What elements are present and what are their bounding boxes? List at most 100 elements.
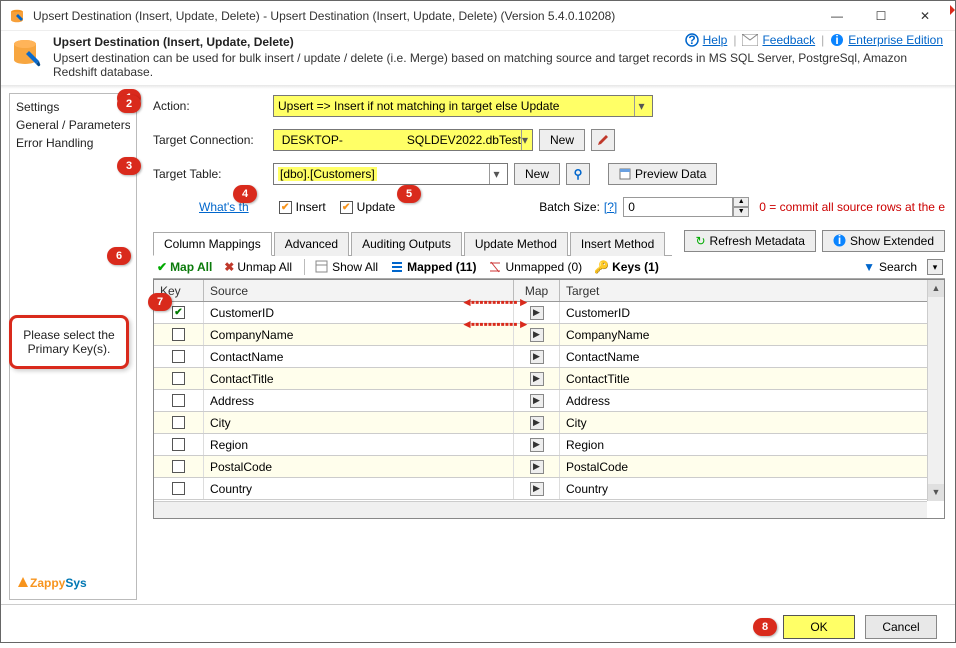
map-cell[interactable]: ▶ (514, 478, 560, 499)
unmap-all-button[interactable]: ✖Unmap All (224, 260, 292, 274)
target-cell[interactable]: ContactName (560, 346, 944, 367)
source-cell[interactable]: ContactName (204, 346, 514, 367)
search-button[interactable]: ▼Search (863, 260, 917, 274)
sidebar-item-settings[interactable]: Settings (16, 98, 130, 116)
sidebar-item-error[interactable]: Error Handling (16, 134, 130, 152)
source-cell[interactable]: PostalCode (204, 456, 514, 477)
map-cell[interactable]: ▶ (514, 390, 560, 411)
annotation-4: 4 (233, 185, 257, 203)
map-cell[interactable]: ▶ (514, 346, 560, 367)
key-checkbox[interactable] (172, 416, 185, 429)
key-checkbox[interactable] (172, 460, 185, 473)
batch-size-input[interactable]: ▲▼ (623, 197, 749, 217)
ok-button[interactable]: OK (783, 615, 855, 639)
browse-table-button[interactable]: ⚲ (566, 163, 590, 185)
connection-select[interactable]: DESKTOP- XXXXXXXX SQLDEV2022.dbTest ▾ (273, 129, 533, 151)
play-icon[interactable]: ▶ (530, 394, 544, 408)
col-target[interactable]: Target (560, 280, 944, 301)
table-row[interactable]: Address ▶ Address (154, 390, 944, 412)
target-cell[interactable]: ContactTitle (560, 368, 944, 389)
header-description: Upsert destination can be used for bulk … (53, 51, 945, 79)
table-row[interactable]: ContactTitle ▶ ContactTitle (154, 368, 944, 390)
source-cell[interactable]: Region (204, 434, 514, 455)
play-icon[interactable]: ▶ (530, 438, 544, 452)
map-all-button[interactable]: ✔Map All (157, 260, 212, 274)
spin-down-icon[interactable]: ▼ (733, 207, 749, 217)
play-icon[interactable]: ▶ (530, 306, 544, 320)
sidebar-item-general[interactable]: General / Parameters (16, 116, 130, 134)
table-label: Target Table: (153, 167, 273, 181)
mapped-button[interactable]: Mapped (11) (390, 260, 476, 274)
target-cell[interactable]: Address (560, 390, 944, 411)
target-cell[interactable]: Country (560, 478, 944, 499)
key-checkbox[interactable] (172, 328, 185, 341)
update-checkbox[interactable]: ✔Update (340, 200, 396, 214)
table-row[interactable]: Country ▶ Country (154, 478, 944, 500)
chevron-down-icon: ▾ (489, 164, 503, 184)
target-cell[interactable]: City (560, 412, 944, 433)
target-cell[interactable]: CustomerID (560, 302, 944, 323)
enterprise-link[interactable]: Enterprise Edition (848, 33, 943, 47)
refresh-metadata-button[interactable]: ↻Refresh Metadata (684, 230, 815, 252)
table-row[interactable]: City ▶ City (154, 412, 944, 434)
key-checkbox[interactable] (172, 372, 185, 385)
source-cell[interactable]: City (204, 412, 514, 433)
map-cell[interactable]: ▶ (514, 368, 560, 389)
target-cell[interactable]: CompanyName (560, 324, 944, 345)
tab-column-mappings[interactable]: Column Mappings (153, 232, 272, 256)
tab-auditing[interactable]: Auditing Outputs (351, 232, 462, 256)
play-icon[interactable]: ▶ (530, 350, 544, 364)
table-row[interactable]: Region ▶ Region (154, 434, 944, 456)
minimize-button[interactable]: — (815, 2, 859, 30)
cancel-button[interactable]: Cancel (865, 615, 937, 639)
new-table-button[interactable]: New (514, 163, 560, 185)
source-cell[interactable]: ContactTitle (204, 368, 514, 389)
vertical-scrollbar[interactable]: ▲▼ (927, 280, 944, 501)
table-row[interactable]: CompanyName▶CompanyName (154, 324, 944, 346)
play-icon[interactable]: ▶ (530, 482, 544, 496)
unmapped-button[interactable]: Unmapped (0) (488, 260, 582, 274)
play-icon[interactable]: ▶ (530, 416, 544, 430)
show-all-button[interactable]: Show All (315, 260, 378, 274)
tab-advanced[interactable]: Advanced (274, 232, 349, 256)
insert-checkbox[interactable]: ✔Insert (279, 200, 326, 214)
map-cell[interactable]: ▶ (514, 412, 560, 433)
key-checkbox[interactable] (172, 394, 185, 407)
play-icon[interactable]: ▶ (530, 328, 544, 342)
horizontal-scrollbar[interactable] (154, 501, 927, 518)
batch-help-link[interactable]: [?] (604, 200, 617, 214)
batch-size-label: Batch Size: (539, 200, 600, 214)
preview-data-button[interactable]: Preview Data (608, 163, 717, 185)
key-checkbox[interactable] (172, 482, 185, 495)
source-cell[interactable]: Address (204, 390, 514, 411)
new-connection-button[interactable]: New (539, 129, 585, 151)
svg-text:i: i (836, 33, 839, 47)
source-cell[interactable]: Country (204, 478, 514, 499)
action-select[interactable]: Upsert => Insert if not matching in targ… (273, 95, 653, 117)
key-checkbox[interactable] (172, 438, 185, 451)
key-checkbox[interactable]: ✔ (172, 306, 185, 319)
tab-insert-method[interactable]: Insert Method (570, 232, 665, 256)
connection-label: Target Connection: (153, 133, 273, 147)
feedback-link[interactable]: Feedback (762, 33, 815, 47)
edit-connection-button[interactable] (591, 129, 615, 151)
show-extended-button[interactable]: i Show Extended (822, 230, 945, 252)
map-cell[interactable]: ▶ (514, 456, 560, 477)
tab-update-method[interactable]: Update Method (464, 232, 568, 256)
maximize-button[interactable]: ☐ (859, 2, 903, 30)
table-row[interactable]: ContactName ▶ ContactName (154, 346, 944, 368)
keys-button[interactable]: 🔑Keys (1) (594, 260, 659, 274)
table-select[interactable]: [dbo].[Customers] ▾ (273, 163, 508, 185)
key-checkbox[interactable] (172, 350, 185, 363)
target-cell[interactable]: Region (560, 434, 944, 455)
toolbar-overflow-button[interactable]: ▾ (927, 259, 943, 275)
play-icon[interactable]: ▶ (530, 460, 544, 474)
play-icon[interactable]: ▶ (530, 372, 544, 386)
map-cell[interactable]: ▶ (514, 434, 560, 455)
table-row[interactable]: PostalCode ▶ PostalCode (154, 456, 944, 478)
target-cell[interactable]: PostalCode (560, 456, 944, 477)
spin-up-icon[interactable]: ▲ (733, 197, 749, 207)
table-row[interactable]: ✔CustomerID▶CustomerID (154, 302, 944, 324)
close-button[interactable]: ✕ (903, 2, 947, 30)
help-link[interactable]: Help (703, 33, 728, 47)
